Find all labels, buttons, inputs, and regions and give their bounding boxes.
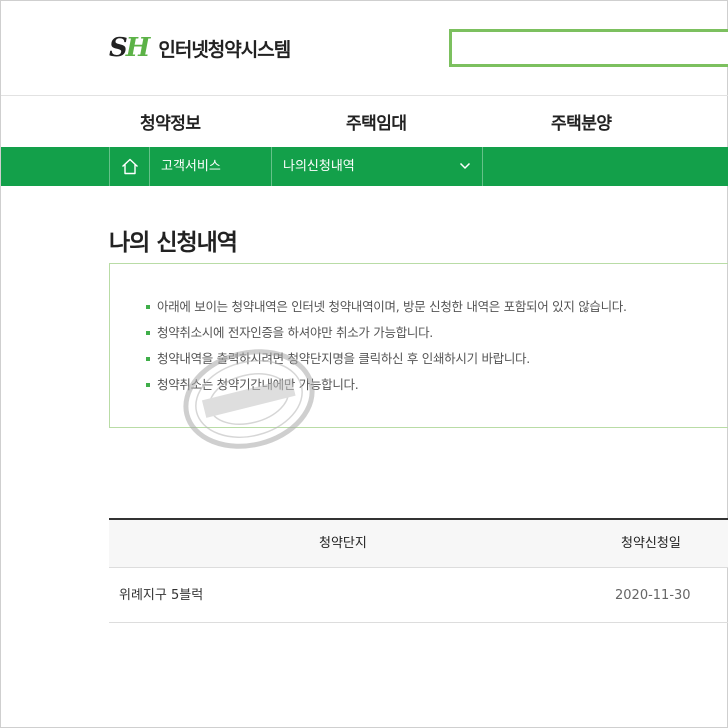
- site-header: SH 인터넷청약시스템: [1, 1, 728, 96]
- application-date: 2020-11-30: [615, 588, 691, 603]
- page-title: 나의 신청내역: [109, 230, 238, 256]
- logo-mark-h: H: [125, 33, 151, 63]
- notice-item: 청약내역을 출력하시려면 청약단지명을 클릭하신 후 인쇄하시기 바랍니다.: [146, 349, 627, 375]
- applications-table: 청약단지 청약신청일 위례지구 5블럭 2020-11-30: [109, 518, 728, 623]
- complex-name-link[interactable]: 위례지구 5블럭: [119, 568, 203, 623]
- notice-list: 아래에 보이는 청약내역은 인터넷 청약내역이며, 방문 신청한 내역은 포함되…: [146, 297, 627, 401]
- notice-item: 청약취소는 청약기간내에만 가능합니다.: [146, 375, 627, 401]
- divider: [149, 147, 150, 186]
- chevron-down-icon: [459, 162, 471, 170]
- table-header: 청약단지 청약신청일: [109, 518, 728, 568]
- home-button[interactable]: [110, 147, 149, 186]
- nav-item-rental[interactable]: 주택임대: [346, 109, 407, 134]
- logo-mark: SH: [109, 35, 150, 61]
- divider: [482, 147, 483, 186]
- nav-item-subscription-info[interactable]: 청약정보: [140, 109, 201, 134]
- header-complex: 청약단지: [319, 536, 367, 551]
- search-input[interactable]: [452, 32, 728, 64]
- main-nav: 청약정보 주택임대 주택분양: [1, 96, 728, 147]
- breadcrumb-customer-service[interactable]: 고객서비스: [161, 147, 221, 186]
- home-icon: [121, 158, 138, 175]
- notice-item: 청약취소시에 전자인증을 하셔야만 취소가 가능합니다.: [146, 323, 627, 349]
- table-row: 위례지구 5블럭 2020-11-30: [109, 568, 728, 623]
- notice-item: 아래에 보이는 청약내역은 인터넷 청약내역이며, 방문 신청한 내역은 포함되…: [146, 297, 627, 323]
- logo-text: 인터넷청약시스템: [158, 38, 291, 61]
- location-bar: 고객서비스 나의신청내역: [1, 147, 728, 186]
- site-logo[interactable]: SH 인터넷청약시스템: [109, 31, 291, 65]
- breadcrumb-my-applications: 나의신청내역: [283, 159, 355, 174]
- search-box: [449, 29, 728, 67]
- header-date: 청약신청일: [621, 536, 681, 551]
- nav-item-sale[interactable]: 주택분양: [551, 109, 612, 134]
- notice-box: 아래에 보이는 청약내역은 인터넷 청약내역이며, 방문 신청한 내역은 포함되…: [109, 263, 728, 428]
- breadcrumb-dropdown[interactable]: 나의신청내역: [271, 147, 482, 186]
